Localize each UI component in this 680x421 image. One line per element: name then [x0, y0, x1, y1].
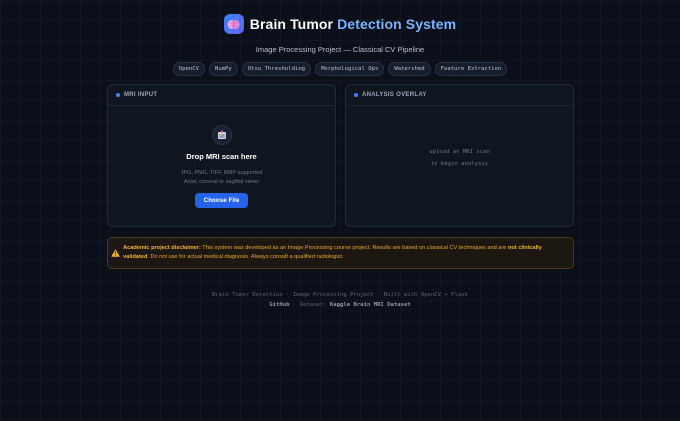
page-title: Brain Tumor Detection System [250, 16, 456, 32]
disclaimer-label: Academic project disclaimer: [123, 245, 201, 251]
tag-otsu-thresholding: Otsu Thresholding [241, 62, 312, 76]
tag-numpy: NumPy [208, 62, 238, 76]
disclaimer-banner: Academic project disclaimer: This system… [107, 237, 574, 269]
placeholder-line-2: to begin analysis [430, 161, 489, 167]
choose-file-button[interactable]: Choose File [194, 193, 249, 208]
status-dot-icon [116, 93, 120, 97]
warning-triangle-icon [108, 249, 123, 257]
drop-zone[interactable]: Drop MRI scan here JPG, PNG, TIFF, BMP s… [108, 125, 335, 208]
placeholder-line-1: upload an MRI scan [429, 149, 490, 155]
disclaimer-body: This system was developed as an Image Pr… [202, 245, 507, 251]
tag-feature-extraction: Feature Extraction [434, 62, 508, 76]
drop-title: Drop MRI scan here [186, 152, 257, 161]
page-footer: Brain Tumor Detection · Image Processing… [0, 290, 680, 310]
title-main: Brain Tumor [249, 16, 334, 32]
github-link[interactable]: GitHub [269, 302, 289, 308]
footer-separator: · Dataset: [289, 302, 330, 308]
analysis-overlay-panel: ANALYSIS OVERLAY upload an MRI scan to b… [345, 84, 574, 227]
footer-links: GitHub · Dataset: Kaggle Brain MRI Datas… [0, 300, 680, 310]
supported-views: Axial, coronal or sagittal views [184, 179, 259, 185]
panel-header: MRI INPUT [108, 85, 335, 106]
panel-title: ANALYSIS OVERLAY [362, 92, 427, 98]
disclaimer-text: Academic project disclaimer: This system… [123, 244, 573, 262]
dataset-link[interactable]: Kaggle Brain MRI Dataset [330, 302, 411, 308]
tech-tags: OpenCV NumPy Otsu Thresholding Morpholog… [0, 62, 680, 76]
supported-formats: JPG, PNG, TIFF, BMP supported [180, 170, 263, 176]
title-accent: Detection System [337, 16, 457, 32]
drop-hint: JPG, PNG, TIFF, BMP supported Axial, cor… [108, 169, 335, 187]
page-subtitle: Image Processing Project — Classical CV … [255, 45, 425, 54]
disclaimer-body-end: . Do not use for actual medical diagnosi… [147, 254, 344, 260]
tag-morphological-ops: Morphological Ops [315, 62, 385, 76]
tag-watershed: Watershed [388, 62, 431, 76]
mri-input-panel[interactable]: MRI INPUT Drop MRI scan here JPG, PNG, T… [107, 84, 336, 227]
status-dot-icon [354, 93, 358, 97]
panel-title: MRI INPUT [124, 92, 158, 98]
image-upload-icon [211, 125, 232, 145]
overlay-placeholder: upload an MRI scan to begin analysis [346, 146, 573, 170]
page-header: Brain Tumor Detection System Image Proce… [0, 12, 680, 76]
title-row: Brain Tumor Detection System [0, 12, 680, 36]
panel-header: ANALYSIS OVERLAY [346, 85, 573, 106]
tag-opencv: OpenCV [172, 62, 205, 76]
footer-credits: Brain Tumor Detection · Image Processing… [212, 292, 468, 298]
brain-icon [223, 14, 244, 34]
